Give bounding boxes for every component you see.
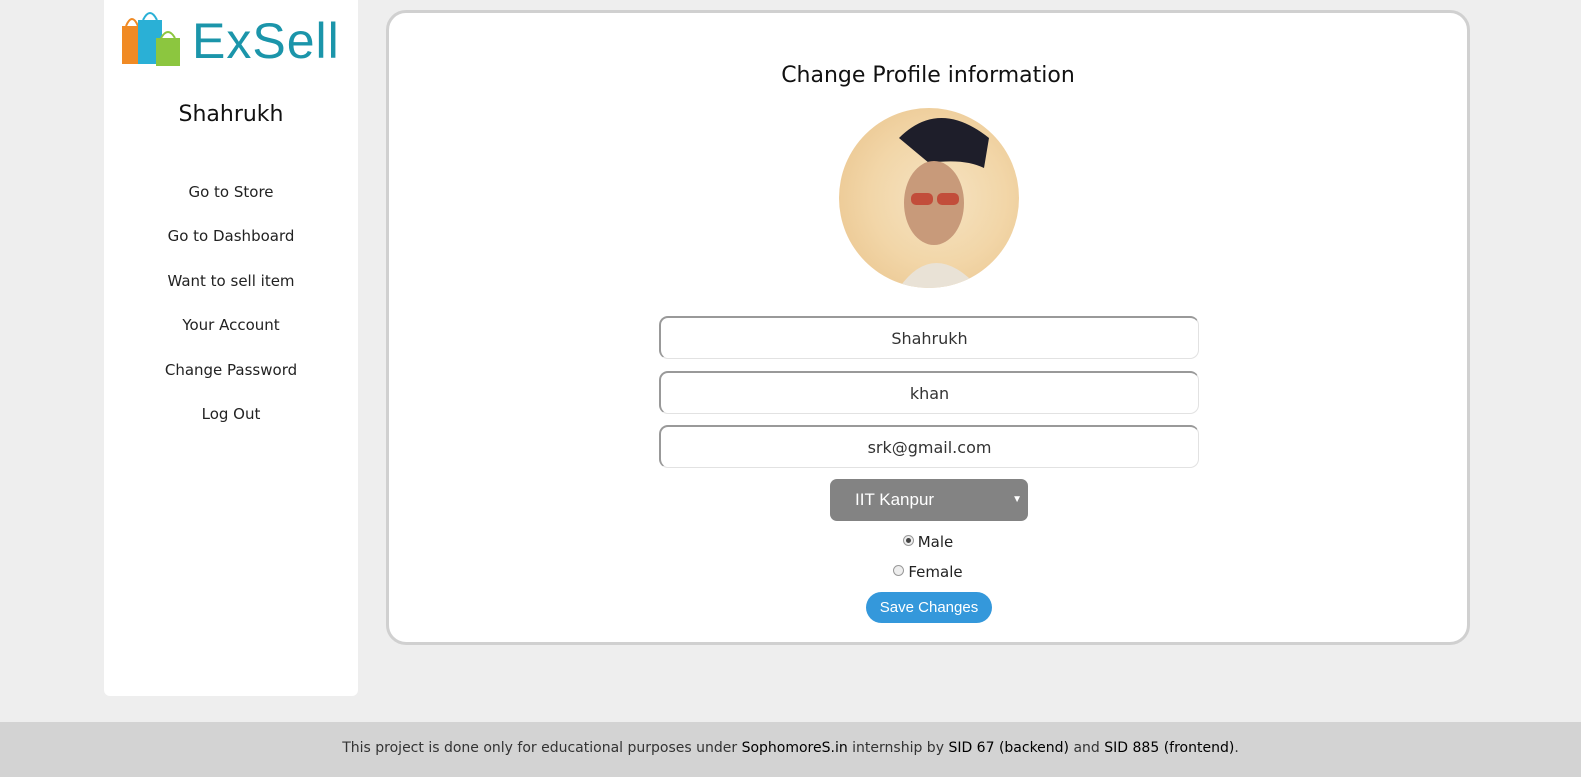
footer-sophomores-link[interactable]: SophomoreS.in <box>742 740 848 756</box>
footer-text-3: and <box>1069 740 1105 756</box>
nav-go-to-dashboard[interactable]: Go to Dashboard <box>104 225 358 269</box>
chevron-down-icon: ▼ <box>1012 494 1022 505</box>
nav-go-to-store[interactable]: Go to Store <box>104 181 358 225</box>
nav-change-password[interactable]: Change Password <box>104 359 358 403</box>
brand-name: ExSell <box>192 13 340 69</box>
email-input[interactable] <box>659 425 1199 468</box>
page-title: Change Profile information <box>781 63 1075 88</box>
footer-sid-backend: SID 67 (backend) <box>948 740 1070 756</box>
first-name-input[interactable] <box>659 316 1199 359</box>
college-select[interactable]: IIT Kanpur ▼ <box>830 479 1028 521</box>
save-changes-button[interactable]: Save Changes <box>866 592 992 623</box>
profile-avatar[interactable] <box>839 108 1019 288</box>
nav-your-account[interactable]: Your Account <box>104 314 358 358</box>
radio-female[interactable] <box>893 565 905 576</box>
nav-want-to-sell-item[interactable]: Want to sell item <box>104 270 358 314</box>
person-photo <box>899 118 989 288</box>
shopping-bags-icon <box>122 12 180 66</box>
college-select-value: IIT Kanpur <box>855 490 935 509</box>
sidebar-nav: Go to Store Go to Dashboard Want to sell… <box>104 181 358 447</box>
radio-female-label: Female <box>908 563 963 581</box>
radio-male-label: Male <box>917 533 954 551</box>
footer: This project is done only for educationa… <box>0 722 1581 777</box>
nav-log-out[interactable]: Log Out <box>104 403 358 447</box>
footer-text-4: . <box>1234 740 1239 756</box>
exsell-logo[interactable]: ExSell <box>110 8 350 70</box>
radio-male[interactable] <box>902 535 914 546</box>
profile-card: Change Profile information IIT Kanpur ▼ … <box>386 10 1470 645</box>
footer-sid-frontend: SID 885 (frontend) <box>1104 740 1235 756</box>
footer-text-1: This project is done only for educationa… <box>342 740 742 756</box>
last-name-input[interactable] <box>659 371 1199 414</box>
gender-female-option[interactable]: Female <box>389 563 1467 581</box>
footer-text-2: internship by <box>847 740 949 756</box>
sidebar-username: Shahrukh <box>178 102 284 127</box>
sidebar: ExSell Shahrukh Go to Store Go to Dashbo… <box>104 0 358 696</box>
gender-male-option[interactable]: Male <box>389 533 1467 551</box>
